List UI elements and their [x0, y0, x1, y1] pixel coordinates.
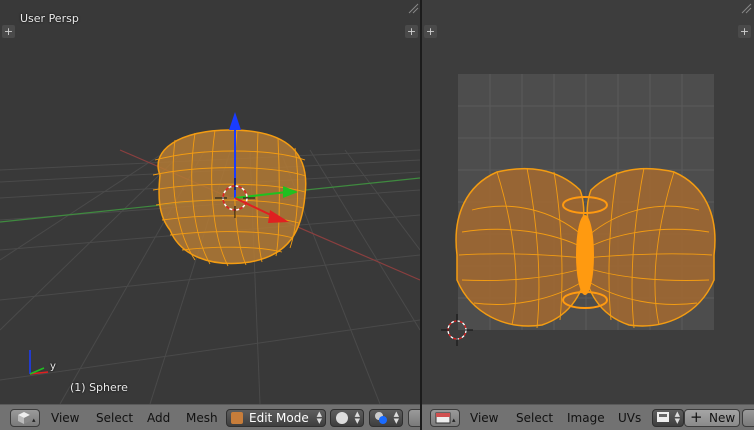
plus-icon[interactable]: + — [405, 25, 418, 38]
edit-mode-icon — [231, 412, 243, 424]
menu-add[interactable]: Add — [147, 411, 170, 425]
axis-y-label: y — [50, 361, 56, 372]
image-browse-icon — [657, 412, 669, 422]
shading-solid-icon — [336, 412, 348, 424]
area-split-corner-icon[interactable] — [740, 2, 752, 14]
view-label: User Persp — [20, 12, 79, 25]
updown-icon: ▲ ▼ — [354, 410, 360, 425]
orientation-axis-widget — [29, 350, 49, 375]
uv-editor-header: ▴ View Select Image UVs ▲ ▼ + New — [422, 404, 754, 430]
new-image-button[interactable]: + New — [684, 409, 740, 427]
uv-editor-icon: ▴ — [435, 412, 456, 424]
uv-canvas[interactable] — [422, 0, 754, 404]
plus-icon[interactable]: + — [2, 25, 15, 38]
viewport-header: ▴ View Select Add Mesh Edit Mode ▲▼ ▲▼ — [0, 404, 420, 430]
area-split-corner-icon[interactable] — [407, 2, 419, 14]
plus-icon[interactable]: + — [738, 25, 751, 38]
mode-label: Edit Mode — [249, 411, 309, 425]
menu-select[interactable]: Select — [96, 411, 133, 425]
editor-type-button[interactable]: ▴ — [430, 409, 460, 427]
image-browse-button[interactable]: ▲ ▼ — [652, 409, 684, 427]
active-object-label: (1) Sphere — [70, 381, 128, 394]
svg-text:▴: ▴ — [452, 416, 456, 424]
editor-type-button[interactable]: ▴ — [10, 409, 40, 427]
menu-uvs[interactable]: UVs — [618, 411, 641, 425]
pivot-selector[interactable]: ▲ ▼ — [369, 409, 403, 427]
menu-image[interactable]: Image — [567, 411, 605, 425]
viewport-canvas[interactable] — [0, 0, 420, 404]
new-label: New — [709, 411, 736, 425]
menu-mesh[interactable]: Mesh — [186, 411, 218, 425]
blender-window: User Persp y (1) Sphere + + ▴ View Selec… — [0, 0, 754, 430]
menu-view[interactable]: View — [470, 411, 498, 425]
menu-select[interactable]: Select — [516, 411, 553, 425]
menu-view[interactable]: View — [51, 411, 79, 425]
header-overflow[interactable] — [408, 409, 420, 427]
updown-icon: ▲ ▼ — [674, 410, 680, 425]
pivot-icon — [375, 412, 387, 424]
uv-editor[interactable]: + + ▴ View Select Image UVs ▲ ▼ + New — [422, 0, 754, 430]
sphere-mesh[interactable] — [152, 129, 307, 267]
svg-text:▴: ▴ — [32, 416, 36, 424]
updown-icon: ▲ ▼ — [316, 410, 322, 425]
plus-icon: + — [690, 408, 703, 426]
updown-icon: ▲ ▼ — [393, 410, 399, 425]
plus-icon[interactable]: + — [424, 25, 437, 38]
header-overflow[interactable] — [742, 409, 754, 427]
view3d-editor-icon: ▴ — [18, 412, 36, 424]
viewport-shading-selector[interactable]: ▲ ▼ — [330, 409, 364, 427]
mode-selector[interactable]: Edit Mode ▲ ▼ — [226, 409, 326, 427]
viewport-3d[interactable]: User Persp y (1) Sphere + + ▴ View Selec… — [0, 0, 420, 430]
